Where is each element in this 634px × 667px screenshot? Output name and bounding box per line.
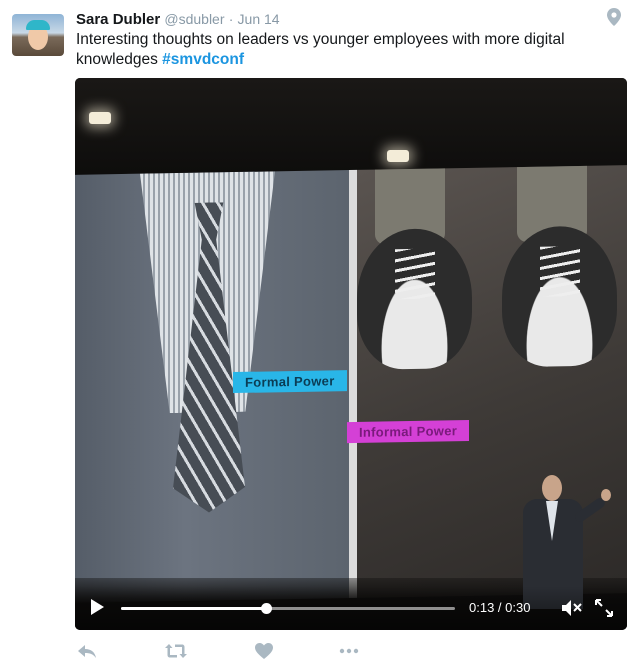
slide-label-formal-power: Formal Power [233, 370, 347, 394]
video-player[interactable]: Formal Power Informal Power 0:13 / 0:30 [75, 78, 627, 630]
avatar-hat [26, 20, 50, 30]
speaker-hand [601, 489, 611, 501]
reply-icon[interactable] [76, 640, 98, 662]
fullscreen-icon[interactable] [594, 598, 614, 618]
tweet-date[interactable]: Jun 14 [238, 11, 280, 27]
author-name[interactable]: Sara Dubler [76, 11, 160, 28]
avatar[interactable] [12, 14, 64, 56]
video-time: 0:13 / 0:30 [469, 600, 531, 615]
tweet-text: Interesting thoughts on leaders vs young… [76, 30, 596, 70]
stage-ceiling [75, 78, 627, 173]
slide-laces [540, 246, 580, 297]
retweet-icon[interactable] [163, 640, 189, 662]
author-handle[interactable]: @sdubler [164, 11, 224, 27]
progress-handle[interactable] [260, 603, 272, 614]
tweet-body: Interesting thoughts on leaders vs young… [76, 31, 565, 68]
play-icon[interactable] [91, 599, 104, 615]
speaker-head [542, 475, 562, 501]
tweet-header: Sara Dubler @sdubler · Jun 14 [76, 9, 280, 30]
stage-light [89, 112, 111, 124]
hashtag-link[interactable]: #smvdconf [162, 51, 244, 68]
location-pin-icon[interactable] [607, 8, 621, 26]
like-icon[interactable] [253, 640, 275, 662]
stage-light [387, 150, 409, 162]
more-icon[interactable] [338, 640, 360, 662]
progress-fill [121, 607, 266, 610]
mute-icon[interactable] [561, 599, 583, 617]
slide-divider [349, 169, 357, 599]
video-controls: 0:13 / 0:30 [75, 586, 627, 630]
slide-laces [395, 248, 435, 300]
slide-label-informal-power: Informal Power [347, 419, 470, 444]
progress-bar[interactable] [121, 603, 455, 614]
header-separator: · [228, 11, 234, 27]
